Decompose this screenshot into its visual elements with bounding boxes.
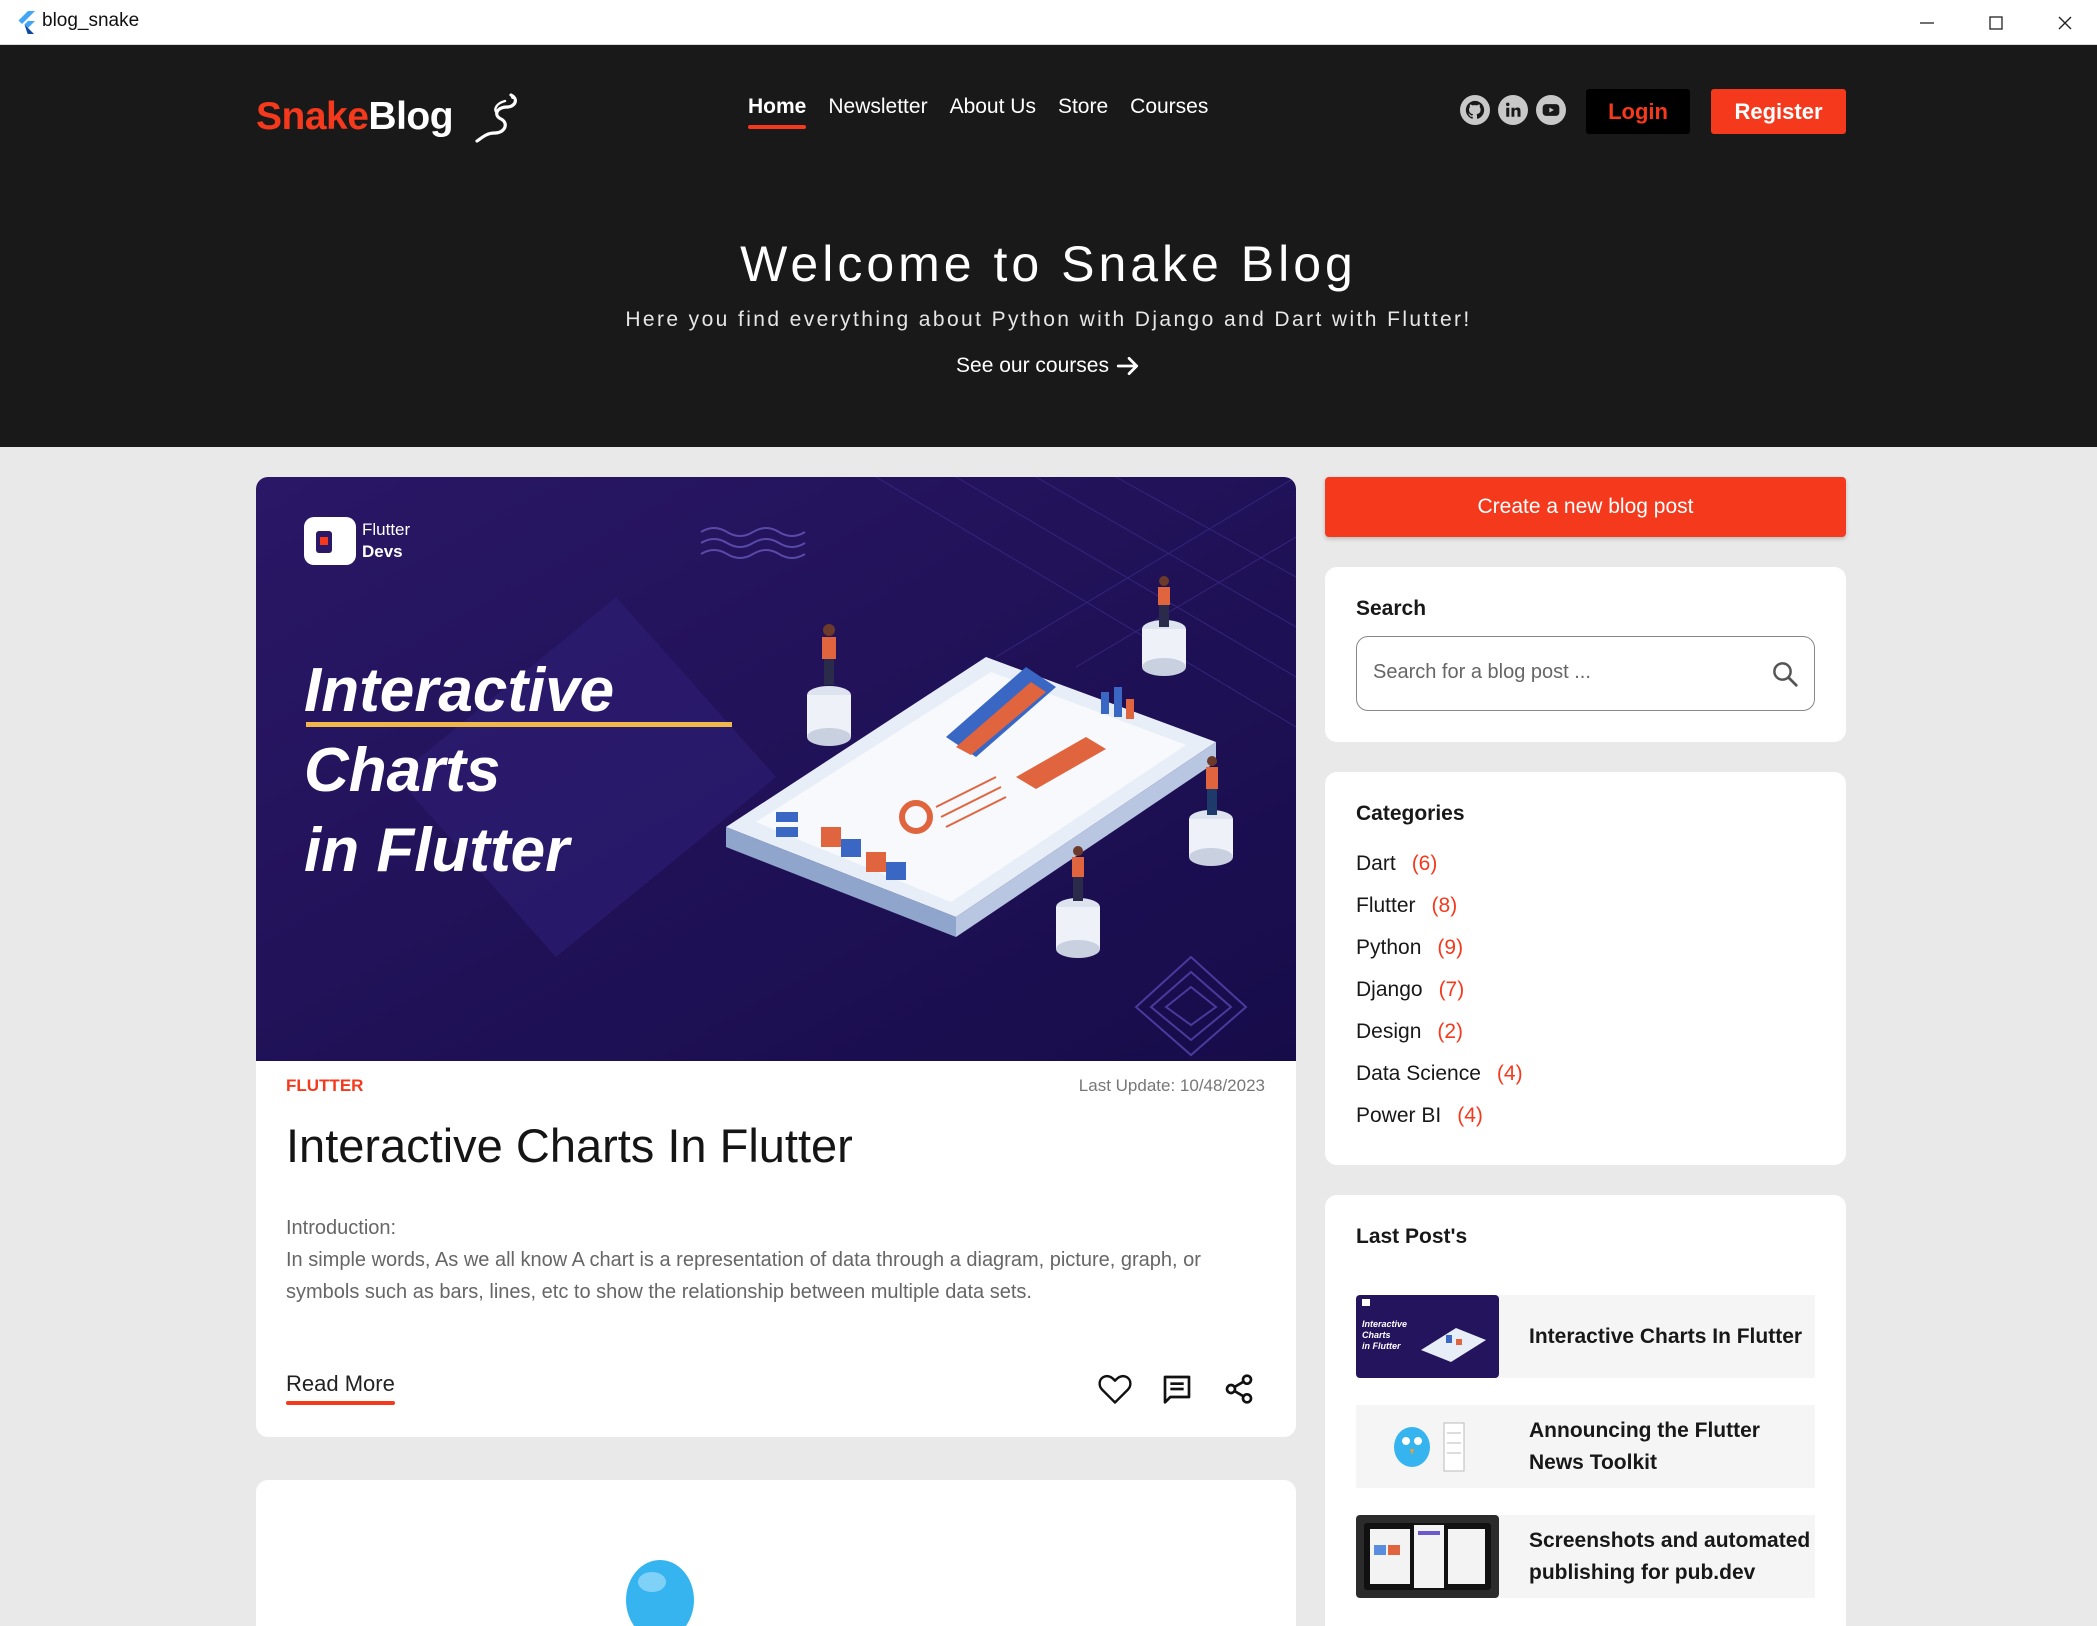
create-blog-post-button[interactable]: Create a new blog post	[1325, 477, 1846, 537]
logo-text-blog: Blog	[368, 95, 454, 138]
minimize-icon	[1920, 21, 1934, 24]
close-icon	[2058, 16, 2072, 29]
minimize-button[interactable]	[1892, 0, 1962, 45]
svg-text:Flutter: Flutter	[362, 520, 411, 539]
login-button[interactable]: Login	[1586, 89, 1690, 134]
article-intro-body: In simple words, As we all know A chart …	[286, 1249, 1201, 1303]
last-posts-heading: Last Post's	[1356, 1225, 1468, 1248]
category-item-django[interactable]: Django (7)	[1356, 978, 1523, 1020]
svg-text:Charts: Charts	[1362, 1330, 1391, 1340]
maximize-icon	[1989, 15, 2003, 30]
category-item-python[interactable]: Python (9)	[1356, 936, 1523, 978]
logo-text-snake: Snake	[256, 95, 369, 138]
see-courses-link[interactable]: See our courses	[0, 353, 2097, 379]
heart-icon[interactable]	[1096, 1370, 1134, 1408]
see-courses-label: See our courses	[956, 354, 1109, 377]
article-cover-image[interactable]: Flutter Devs Interactive Charts in Flutt…	[256, 477, 1296, 1061]
svg-text:Interactive: Interactive	[304, 656, 614, 725]
category-item-flutter[interactable]: Flutter (8)	[1356, 894, 1523, 936]
article-cover-image-2[interactable]	[256, 1480, 1296, 1626]
hero-subtitle: Here you find everything about Python wi…	[625, 308, 1472, 331]
article-date: Last Update: 10/48/2023	[1078, 1076, 1265, 1095]
categories-card: Categories Dart (6) Flutter (8) Python (9) …	[1325, 772, 1846, 1165]
svg-text:Interactive: Interactive	[1362, 1319, 1407, 1329]
article-excerpt: Introduction: In simple words, As we all…	[286, 1212, 1276, 1308]
arrow-right-icon	[1116, 357, 1139, 375]
github-icon[interactable]	[1460, 95, 1490, 125]
post-thumbnail-1: Interactive Charts in Flutter	[1356, 1295, 1499, 1378]
nav-home[interactable]: Home	[748, 95, 807, 129]
category-item-power-bi[interactable]: Power BI (4)	[1356, 1104, 1523, 1146]
snake-logo-icon	[475, 93, 517, 143]
post-thumbnail-2	[1356, 1405, 1499, 1488]
search-card: Search	[1325, 567, 1846, 742]
search-input[interactable]	[1373, 661, 1753, 684]
last-post-title-3: Screenshots and automated publishing for…	[1529, 1528, 1811, 1584]
category-item-data-science[interactable]: Data Science (4)	[1356, 1062, 1523, 1104]
site-logo[interactable]: Snake Blog	[256, 89, 523, 145]
article-card: Flutter Devs Interactive Charts in Flutt…	[256, 477, 1296, 1437]
category-item-design[interactable]: Design (2)	[1356, 1020, 1523, 1062]
svg-text:Devs: Devs	[362, 542, 403, 561]
svg-text:in Flutter: in Flutter	[1362, 1341, 1401, 1351]
last-post-item-2[interactable]: Announcing the Flutter News Toolkit	[1356, 1405, 1815, 1488]
last-post-title-2: Announcing the Flutter News Toolkit	[1529, 1418, 1760, 1474]
nav-courses[interactable]: Courses	[1130, 95, 1208, 129]
article-card-2	[256, 1480, 1296, 1626]
linkedin-icon[interactable]	[1498, 95, 1528, 125]
youtube-icon[interactable]	[1536, 95, 1566, 125]
categories-list: Dart (6) Flutter (8) Python (9) Django (7) D…	[1356, 852, 1523, 1146]
search-box[interactable]	[1356, 636, 1815, 711]
last-post-item-1[interactable]: Interactive Charts in Flutter Interactiv…	[1356, 1295, 1815, 1378]
flutter-logo-icon	[18, 11, 35, 34]
main-nav: Home Newsletter About Us Store Courses	[748, 95, 1208, 129]
share-icon[interactable]	[1220, 1370, 1258, 1408]
hero-title: Welcome to Snake Blog	[740, 236, 1357, 292]
window-title: blog_snake	[42, 10, 140, 31]
article-actions	[1096, 1370, 1258, 1408]
categories-heading: Categories	[1356, 802, 1465, 825]
last-post-title-1: Interactive Charts In Flutter	[1529, 1324, 1803, 1348]
post-thumbnail-3	[1356, 1515, 1499, 1598]
nav-about-us[interactable]: About Us	[950, 95, 1036, 129]
last-post-item-3[interactable]: Screenshots and automated publishing for…	[1356, 1515, 1815, 1598]
article-category[interactable]: FLUTTER	[286, 1076, 363, 1096]
nav-newsletter[interactable]: Newsletter	[828, 95, 927, 129]
last-posts-card: Last Post's Interactive Charts in Flutte…	[1325, 1195, 1846, 1626]
svg-text:in Flutter: in Flutter	[304, 816, 572, 885]
nav-store[interactable]: Store	[1058, 95, 1108, 129]
site-header: Snake Blog Home Newsletter About Us Stor…	[0, 45, 2097, 447]
article-title[interactable]: Interactive Charts In Flutter	[286, 1118, 853, 1173]
article-intro-heading: Introduction:	[286, 1217, 397, 1239]
category-item-dart[interactable]: Dart (6)	[1356, 852, 1523, 894]
search-icon[interactable]	[1770, 659, 1800, 689]
read-more-link[interactable]: Read More	[286, 1371, 395, 1405]
search-heading: Search	[1356, 597, 1427, 620]
social-links	[1460, 95, 1566, 125]
close-button[interactable]	[2030, 0, 2097, 45]
maximize-button[interactable]	[1961, 0, 2031, 45]
window-titlebar: blog_snake	[0, 0, 2097, 45]
comment-icon[interactable]	[1158, 1370, 1196, 1408]
svg-text:Charts: Charts	[304, 736, 500, 805]
register-button[interactable]: Register	[1711, 89, 1846, 134]
